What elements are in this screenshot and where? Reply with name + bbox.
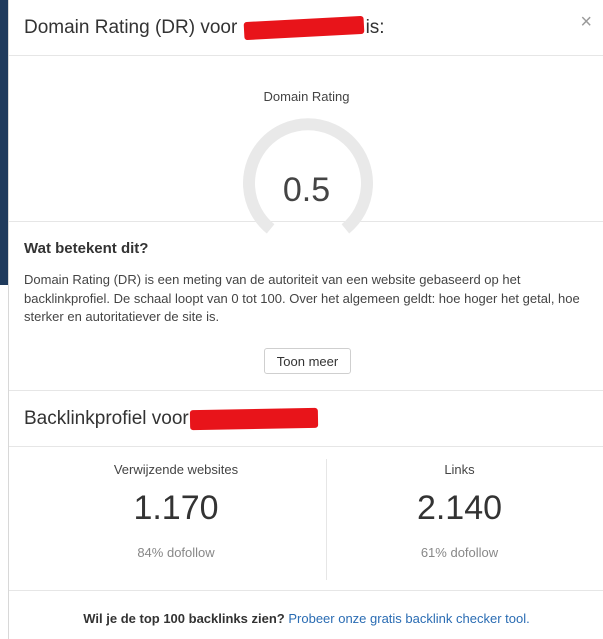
redacted-domain bbox=[189, 407, 318, 431]
domain-rating-modal: Domain Rating (DR) voor is: × Domain Rat… bbox=[8, 0, 603, 639]
show-more-button[interactable]: Toon meer bbox=[264, 348, 351, 374]
footer-question: Wil je de top 100 backlinks zien? bbox=[83, 611, 285, 626]
modal-title-suffix: is: bbox=[365, 17, 385, 38]
links-value: 2.140 bbox=[416, 489, 503, 527]
info-text: Domain Rating (DR) is een meting van de … bbox=[24, 272, 580, 324]
redacted-domain bbox=[243, 15, 364, 41]
links-dofollow: 61% dofollow bbox=[420, 545, 499, 560]
footer-cta: Wil je de top 100 backlinks zien? Probee… bbox=[9, 611, 603, 626]
referring-websites-stat: Verwijzende websites 1.170 84% dofollow bbox=[26, 447, 326, 560]
referring-websites-value: 1.170 bbox=[133, 489, 219, 527]
domain-rating-section: Domain Rating 0.5 bbox=[9, 56, 603, 234]
modal-title: Domain Rating (DR) voor is: bbox=[24, 15, 385, 41]
domain-rating-value: 0.5 bbox=[282, 171, 331, 209]
modal-header: Domain Rating (DR) voor is: × bbox=[9, 0, 603, 56]
modal-title-prefix: Domain Rating (DR) voor bbox=[24, 17, 238, 38]
backlink-profile-title-prefix: Backlinkprofiel voor bbox=[24, 408, 189, 429]
backlink-stats: Verwijzende websites 1.170 84% dofollow … bbox=[9, 447, 603, 591]
close-icon[interactable]: × bbox=[580, 12, 592, 32]
links-label: Links bbox=[444, 462, 475, 477]
info-heading: Wat betekent dit? bbox=[24, 240, 149, 257]
domain-rating-label: Domain Rating bbox=[263, 89, 350, 104]
modal-footer: Wil je de top 100 backlinks zien? Probee… bbox=[9, 591, 603, 639]
background-header-band bbox=[0, 0, 8, 285]
referring-websites-dofollow: 84% dofollow bbox=[137, 545, 215, 560]
referring-websites-label: Verwijzende websites bbox=[113, 462, 239, 477]
links-stat: Links 2.140 61% dofollow bbox=[327, 447, 592, 560]
info-section: Wat betekent dit? Domain Rating (DR) is … bbox=[9, 222, 603, 391]
background-content bbox=[0, 285, 8, 639]
backlink-profile-header: Backlinkprofiel voor bbox=[9, 391, 603, 447]
backlink-profile-title: Backlinkprofiel voor bbox=[24, 407, 318, 431]
backlink-checker-link[interactable]: Probeer onze gratis backlink checker too… bbox=[288, 611, 529, 626]
